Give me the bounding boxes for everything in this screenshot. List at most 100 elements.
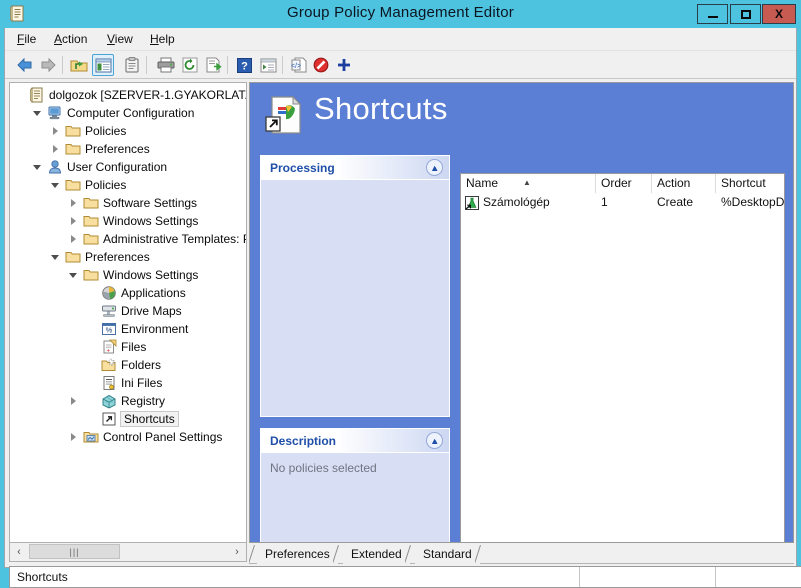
column-header-order[interactable]: Order bbox=[596, 174, 652, 193]
tree-node-computer-policies[interactable]: Policies bbox=[50, 122, 126, 140]
minimize-button[interactable] bbox=[697, 4, 728, 24]
tree-node-environment[interactable]: % Environment bbox=[86, 320, 188, 338]
tree-node-dolgozok[interactable]: dolgozok [SZERVER-1.GYAKORLAT.HU] bbox=[14, 86, 247, 104]
tree-twisty[interactable] bbox=[68, 197, 81, 210]
description-panel-header[interactable]: Description ▲ ▲ bbox=[261, 429, 449, 453]
disable-button[interactable] bbox=[310, 54, 332, 76]
view-xml-button[interactable]: </> bbox=[288, 54, 310, 76]
maximize-button[interactable] bbox=[730, 4, 761, 24]
tree-node-software-settings[interactable]: Software Settings bbox=[68, 194, 197, 212]
tree-node-label: Control Panel Settings bbox=[103, 430, 223, 444]
tab-preferences[interactable]: Preferences bbox=[257, 545, 338, 564]
back-button[interactable] bbox=[13, 54, 35, 76]
up-one-level-button[interactable] bbox=[68, 54, 90, 76]
sort-ascending-icon: ▲ bbox=[523, 178, 531, 187]
description-panel-title: Description bbox=[270, 434, 337, 448]
tree-twisty[interactable] bbox=[68, 215, 81, 228]
scroll-right-button[interactable]: › bbox=[228, 543, 246, 560]
console-tree[interactable]: dolgozok [SZERVER-1.GYAKORLAT.HU] Comput… bbox=[9, 82, 247, 543]
svg-text:+: + bbox=[107, 349, 111, 355]
tree-node-control-panel-settings[interactable]: Control Panel Settings bbox=[68, 428, 222, 446]
menu-help[interactable]: Help bbox=[148, 32, 177, 46]
folder-icon bbox=[65, 177, 81, 193]
tree-twisty[interactable] bbox=[32, 161, 45, 174]
column-header-action[interactable]: Action bbox=[652, 174, 716, 193]
tree-node-label: Administrative Templates: Po bbox=[103, 232, 247, 246]
forward-button[interactable] bbox=[37, 54, 59, 76]
tree-node-folders[interactable]: Folders bbox=[86, 356, 161, 374]
tree-node-user-policies[interactable]: Policies bbox=[50, 176, 126, 194]
tree-node-label: Preferences bbox=[85, 250, 150, 264]
tree-horizontal-scrollbar[interactable]: ‹ ||| › bbox=[9, 543, 247, 562]
tree-node-computer-configuration[interactable]: Computer Configuration bbox=[32, 104, 194, 122]
tree-node-shortcuts[interactable]: Shortcuts bbox=[86, 410, 179, 428]
tree-twisty[interactable] bbox=[68, 431, 81, 444]
menu-file[interactable]: File bbox=[15, 32, 38, 46]
tree-twisty[interactable] bbox=[68, 269, 81, 282]
items-list[interactable]: Name ▲ Order Action Shortcut Számológép … bbox=[460, 173, 785, 542]
tree-node-files[interactable]: + Files bbox=[86, 338, 146, 356]
tree-node-preferences-windows-settings[interactable]: Windows Settings bbox=[68, 266, 198, 284]
export-list-button[interactable] bbox=[203, 54, 225, 76]
calculator-shortcut-icon bbox=[465, 196, 479, 210]
menu-action[interactable]: Action bbox=[52, 32, 89, 46]
tab-extended[interactable]: Extended bbox=[343, 545, 410, 564]
tree-node-user-configuration[interactable]: User Configuration bbox=[32, 158, 167, 176]
tree-twisty[interactable] bbox=[68, 395, 81, 408]
minimize-icon bbox=[707, 16, 718, 18]
tree-twisty bbox=[86, 341, 99, 354]
tree-node-drive-maps[interactable]: Drive Maps bbox=[86, 302, 182, 320]
tree-node-applications[interactable]: Applications bbox=[86, 284, 186, 302]
tree-node-administrative-templates[interactable]: Administrative Templates: Po bbox=[68, 230, 247, 248]
close-button[interactable]: X bbox=[762, 4, 796, 24]
tree-twisty[interactable] bbox=[50, 125, 63, 138]
refresh-button[interactable] bbox=[179, 54, 201, 76]
column-header-name[interactable]: Name ▲ bbox=[461, 174, 596, 193]
scroll-left-button[interactable]: ‹ bbox=[10, 543, 28, 560]
application-window: Group Policy Management Editor X File Ac… bbox=[0, 0, 801, 588]
collapse-chevron-icon[interactable]: ▲ ▲ bbox=[426, 432, 443, 449]
results-pane: Shortcuts Processing ▲▲ Description ▲▲ bbox=[249, 82, 794, 543]
table-row[interactable]: Számológép 1 Create %DesktopDir' bbox=[461, 193, 784, 213]
tree-twisty[interactable] bbox=[68, 233, 81, 246]
processing-panel-header[interactable]: Processing ▲ ▲ bbox=[261, 156, 449, 180]
svg-text:%: % bbox=[106, 326, 113, 335]
tree-node-registry[interactable]: Registry bbox=[68, 392, 165, 410]
menu-view[interactable]: View bbox=[105, 32, 135, 46]
tree-twisty bbox=[86, 287, 99, 300]
tree-twisty[interactable] bbox=[50, 143, 63, 156]
print-button[interactable] bbox=[155, 54, 177, 76]
tree-node-label: Registry bbox=[121, 394, 166, 408]
tree-twisty[interactable] bbox=[50, 179, 63, 192]
new-item-button[interactable] bbox=[333, 54, 355, 76]
shortcut-icon bbox=[101, 411, 117, 427]
help-button[interactable]: ? bbox=[233, 54, 255, 76]
tree-twisty bbox=[14, 89, 27, 102]
scroll-thumb[interactable]: ||| bbox=[29, 544, 120, 559]
tree-twisty[interactable] bbox=[50, 251, 63, 264]
tree-node-ini-files[interactable]: Ini Files bbox=[86, 374, 162, 392]
tree-node-label: dolgozok [SZERVER-1.GYAKORLAT.HU] bbox=[49, 88, 247, 102]
shortcuts-banner-icon bbox=[264, 95, 304, 135]
pane-banner: Shortcuts bbox=[250, 83, 793, 145]
cell-action: Create bbox=[657, 195, 694, 209]
toolbar: ? </> bbox=[5, 51, 796, 79]
tree-twisty[interactable] bbox=[32, 107, 45, 120]
properties-button[interactable] bbox=[121, 54, 143, 76]
show-hide-console-tree-button[interactable] bbox=[92, 54, 114, 76]
tab-standard[interactable]: Standard bbox=[415, 545, 480, 564]
column-header-shortcut[interactable]: Shortcut bbox=[716, 174, 784, 193]
tab-separator bbox=[475, 545, 487, 564]
tree-node-user-preferences[interactable]: Preferences bbox=[50, 248, 150, 266]
show-window-in-taskbar-button[interactable] bbox=[257, 54, 279, 76]
status-divider bbox=[715, 567, 716, 587]
processing-panel-title: Processing bbox=[270, 161, 335, 175]
folder-icon bbox=[65, 141, 81, 157]
maximize-icon bbox=[740, 9, 751, 19]
tree-node-computer-preferences[interactable]: Preferences bbox=[50, 140, 150, 158]
tree-twisty bbox=[86, 359, 99, 372]
tree-node-policies-windows-settings[interactable]: Windows Settings bbox=[68, 212, 198, 230]
tree-node-label: Files bbox=[121, 340, 147, 354]
collapse-chevron-icon[interactable]: ▲ ▲ bbox=[426, 159, 443, 176]
files-icon: + bbox=[101, 339, 117, 355]
